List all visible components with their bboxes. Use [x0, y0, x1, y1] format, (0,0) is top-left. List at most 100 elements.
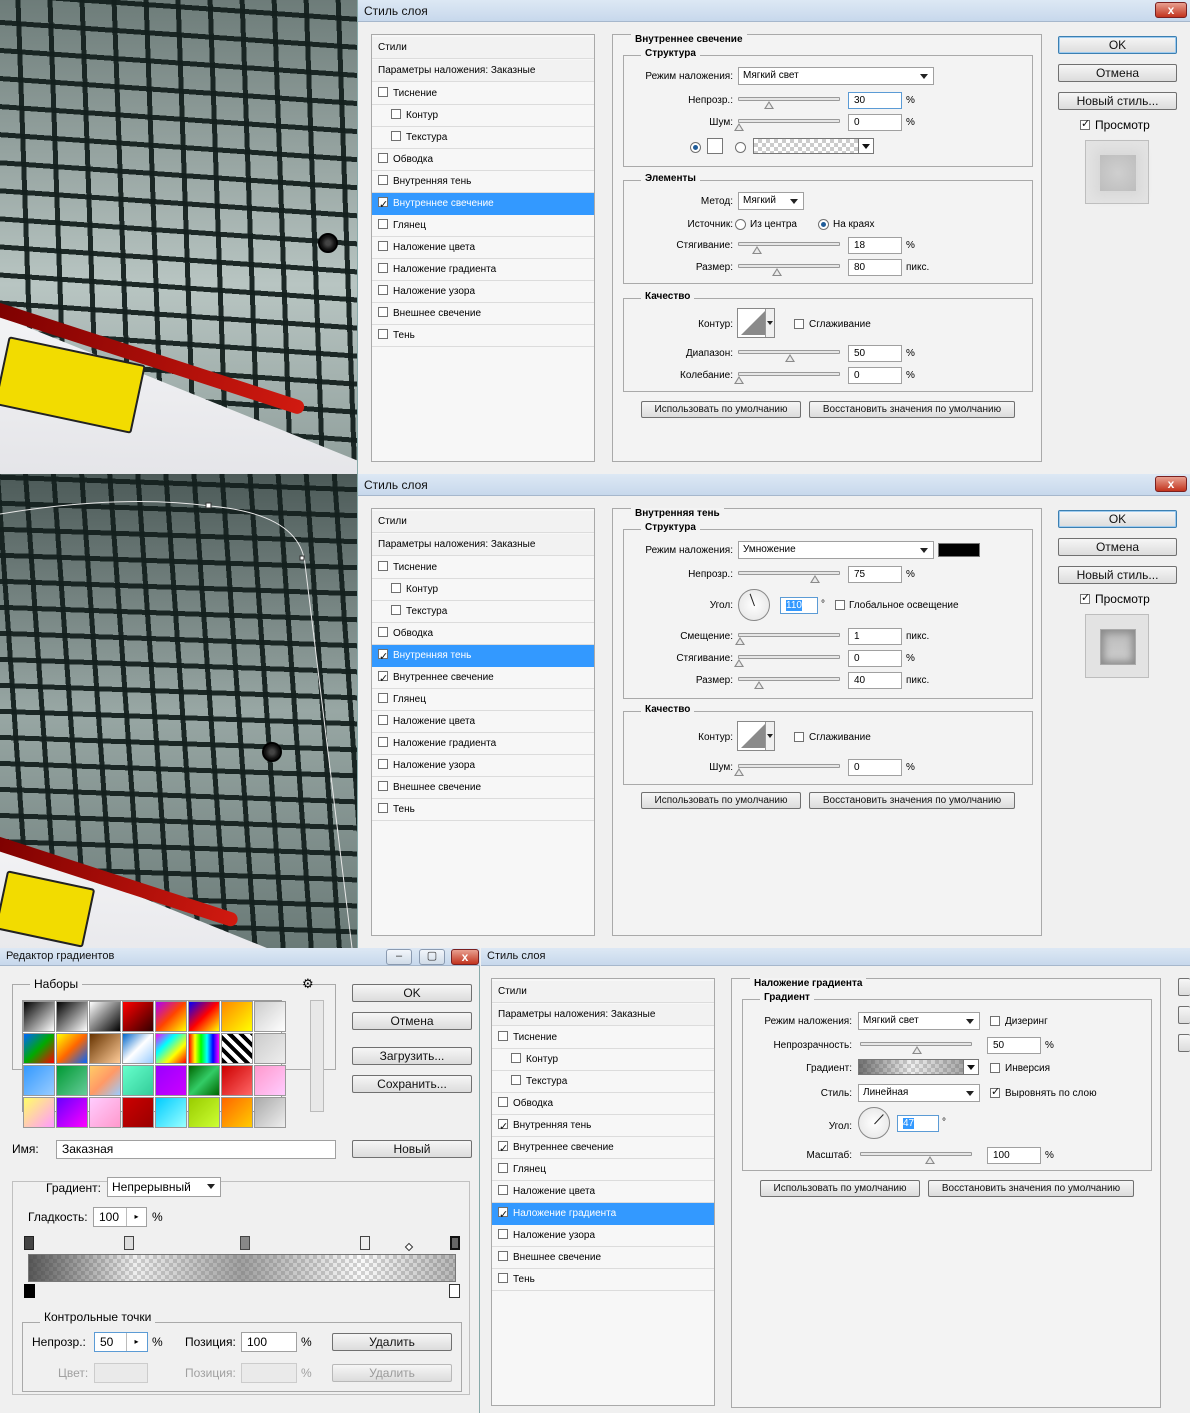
maximize-icon[interactable]: ▢	[419, 949, 445, 965]
cancel-button[interactable]	[1178, 1006, 1190, 1024]
size-slider[interactable]	[738, 677, 840, 689]
style-checkbox[interactable]	[378, 194, 388, 216]
style-list-item[interactable]: Тиснение	[372, 83, 594, 105]
choke-input[interactable]: 18	[848, 237, 902, 254]
style-list-item[interactable]: Тень	[372, 799, 594, 821]
style-checkbox[interactable]	[378, 329, 388, 339]
gradient-preset-swatch[interactable]	[122, 1001, 154, 1032]
gradient-preset-swatch[interactable]	[23, 1065, 55, 1096]
slider-thumb-icon[interactable]	[754, 681, 764, 689]
smoothness-stepper[interactable]: ▸	[126, 1208, 146, 1226]
style-list-item[interactable]: Наложение цвета	[372, 711, 594, 733]
styles-header[interactable]: Стили	[492, 981, 714, 1003]
style-list-item[interactable]: Наложение цвета	[372, 237, 594, 259]
style-list-item[interactable]: Тень	[372, 325, 594, 347]
cancel-button[interactable]: Отмена	[1058, 538, 1177, 556]
style-checkbox[interactable]	[378, 759, 388, 769]
gradient-preset-swatch[interactable]	[254, 1001, 286, 1032]
gradient-swatch[interactable]	[858, 1059, 964, 1075]
reset-default-button[interactable]: Восстановить значения по умолчанию	[809, 401, 1015, 418]
slider-thumb-icon[interactable]	[764, 101, 774, 109]
size-slider[interactable]	[738, 264, 840, 276]
style-list-item[interactable]: Контур	[492, 1049, 714, 1071]
gradient-preset-swatch[interactable]	[188, 1033, 220, 1064]
style-checkbox[interactable]	[378, 627, 388, 637]
opacity-input[interactable]: 30	[848, 92, 902, 109]
choke-input[interactable]: 0	[848, 650, 902, 667]
gradient-preset-swatch[interactable]	[221, 1065, 253, 1096]
noise-slider[interactable]	[734, 119, 840, 131]
style-list-item[interactable]: Тиснение	[372, 557, 594, 579]
style-checkbox[interactable]	[498, 1204, 508, 1226]
slider-thumb-icon[interactable]	[735, 637, 745, 645]
slider-thumb-icon[interactable]	[772, 268, 782, 276]
gradient-preset-swatch[interactable]	[254, 1065, 286, 1096]
size-input[interactable]: 40	[848, 672, 902, 689]
style-list-item[interactable]: Внутреннее свечение	[372, 667, 594, 690]
gradient-type-select[interactable]: Непрерывный	[107, 1177, 221, 1197]
style-checkbox[interactable]	[391, 605, 401, 615]
style-list-item[interactable]: Обводка	[372, 149, 594, 171]
load-button[interactable]: Загрузить...	[352, 1047, 472, 1065]
style-list-item[interactable]: Обводка	[492, 1093, 714, 1115]
chevron-down-icon[interactable]	[765, 309, 774, 337]
style-checkbox[interactable]	[498, 1031, 508, 1041]
size-input[interactable]: 80	[848, 259, 902, 276]
glow-gradient-swatch[interactable]	[753, 138, 859, 154]
contour-picker[interactable]	[737, 308, 775, 338]
preview-checkbox[interactable]	[1080, 591, 1090, 604]
antialias-checkbox[interactable]	[794, 732, 804, 742]
style-checkbox[interactable]	[498, 1185, 508, 1195]
style-list-item[interactable]: Тень	[492, 1269, 714, 1291]
gradient-preset-swatch[interactable]	[188, 1001, 220, 1032]
blend-options-header[interactable]: Параметры наложения: Заказные	[492, 1004, 714, 1026]
gradient-preset-swatch[interactable]	[56, 1033, 88, 1064]
style-checkbox[interactable]	[391, 583, 401, 593]
opacity-stop-icon[interactable]	[24, 1236, 34, 1250]
style-checkbox[interactable]	[378, 153, 388, 163]
close-icon[interactable]: x	[1155, 2, 1187, 18]
gradient-preset-swatch[interactable]	[155, 1001, 187, 1032]
opacity-stop-icon[interactable]	[124, 1236, 134, 1250]
opacity-slider[interactable]	[738, 571, 840, 583]
range-input[interactable]: 50	[848, 345, 902, 362]
blend-mode-select[interactable]: Умножение	[738, 541, 934, 559]
style-list-item[interactable]: Контур	[372, 105, 594, 127]
style-checkbox[interactable]	[378, 263, 388, 273]
style-list-item[interactable]: Наложение градиента	[492, 1203, 714, 1226]
reset-default-button[interactable]: Восстановить значения по умолчанию	[809, 792, 1015, 809]
choke-slider[interactable]	[738, 242, 840, 254]
style-list-item[interactable]: Наложение градиента	[372, 733, 594, 755]
noise-slider[interactable]	[734, 764, 840, 776]
chevron-down-icon[interactable]	[858, 138, 874, 154]
style-checkbox[interactable]	[378, 561, 388, 571]
gradient-radio[interactable]	[735, 142, 746, 153]
style-list-item[interactable]: Текстура	[492, 1071, 714, 1093]
style-list-item[interactable]: Контур	[372, 579, 594, 601]
preset-scrollbar[interactable]	[310, 1000, 324, 1112]
style-list-item[interactable]: Внутренняя тень	[372, 645, 594, 668]
scale-slider[interactable]	[860, 1152, 972, 1164]
color-stop-icon[interactable]	[449, 1284, 460, 1298]
gradient-preset-swatch[interactable]	[221, 1033, 253, 1064]
gradient-preset-swatch[interactable]	[221, 1097, 253, 1128]
save-button[interactable]: Сохранить...	[352, 1075, 472, 1093]
cancel-button[interactable]: Отмена	[352, 1012, 472, 1030]
jitter-input[interactable]: 0	[848, 367, 902, 384]
gradient-preset-swatch[interactable]	[254, 1033, 286, 1064]
style-checkbox[interactable]	[378, 737, 388, 747]
blend-options-header[interactable]: Параметры наложения: Заказные	[372, 60, 594, 82]
style-list-item[interactable]: Наложение градиента	[372, 259, 594, 281]
style-list-item[interactable]: Внутренняя тень	[372, 171, 594, 193]
style-checkbox[interactable]	[378, 241, 388, 251]
method-select[interactable]: Мягкий	[738, 192, 804, 210]
gradient-preset-swatch[interactable]	[122, 1033, 154, 1064]
style-list-item[interactable]: Наложение узора	[372, 281, 594, 303]
gradient-preset-swatch[interactable]	[188, 1097, 220, 1128]
style-list-item[interactable]: Наложение узора	[372, 755, 594, 777]
gradient-name-input[interactable]: Заказная	[56, 1140, 336, 1159]
shadow-color-swatch[interactable]	[938, 543, 980, 557]
gradient-preset-swatch[interactable]	[155, 1033, 187, 1064]
styles-header[interactable]: Стили	[372, 511, 594, 533]
slider-thumb-icon[interactable]	[785, 354, 795, 362]
